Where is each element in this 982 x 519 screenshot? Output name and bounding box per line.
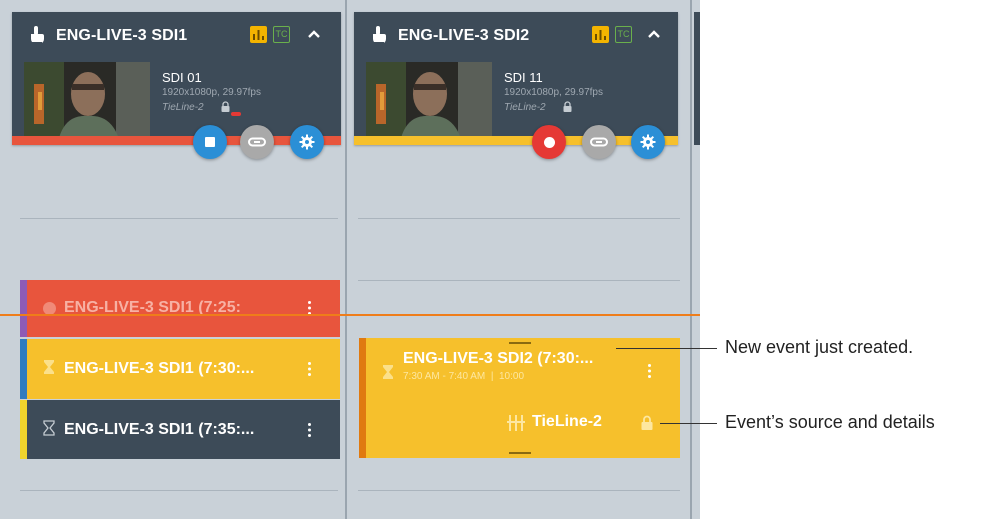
status-bar [354, 136, 678, 145]
hourglass-icon [383, 365, 393, 379]
card-header[interactable]: ENG-LIVE-3 SDI1 TC [12, 12, 341, 58]
card-header[interactable]: ENG-LIVE-3 SDI2 TC [354, 12, 678, 58]
card-title: ENG-LIVE-3 SDI2 [398, 27, 530, 44]
gear-icon [640, 134, 656, 150]
callout-source-details: Event’s source and details [725, 412, 935, 432]
chevron-up-icon[interactable] [308, 29, 320, 39]
column-divider [690, 0, 692, 519]
timeline-gridline [358, 490, 680, 491]
timeline-gridline [358, 280, 680, 281]
more-options-icon[interactable] [648, 364, 651, 378]
more-options-icon[interactable] [308, 301, 311, 315]
source-name: SDI 11 [504, 70, 543, 85]
current-time-line [0, 314, 700, 316]
video-thumbnail [366, 62, 492, 142]
channel-card-sdi2[interactable]: ENG-LIVE-3 SDI2 TC SDI 11 1920x1080p, 29… [354, 12, 678, 145]
more-options-icon[interactable] [308, 362, 311, 376]
event-item[interactable]: ENG-LIVE-3 SDI1 (7:35:... [20, 400, 340, 459]
resize-handle-top[interactable] [509, 342, 531, 344]
chevron-up-icon[interactable] [648, 29, 660, 39]
callout-new-event: New event just created. [725, 337, 914, 357]
hourglass-icon [44, 360, 54, 374]
lock-icon [563, 101, 572, 112]
event-color-strip [359, 338, 366, 458]
timecode-badge[interactable]: TC [273, 26, 290, 43]
channel-card-sdi1[interactable]: ENG-LIVE-3 SDI1 TC SDI 01 1920x1080p, 29… [12, 12, 341, 145]
new-event-item[interactable]: ENG-LIVE-3 SDI2 (7:30:... 7:30 AM - 7:40… [359, 338, 680, 458]
source-format: 1920x1080p, 29.97fps [504, 87, 603, 98]
event-source: TieLine-2 [532, 413, 602, 430]
event-color-strip [20, 400, 27, 459]
audio-meter-icon[interactable] [592, 26, 609, 43]
settings-button[interactable] [290, 125, 324, 159]
event-color-strip [20, 280, 27, 337]
record-icon [543, 136, 555, 148]
touch-hand-icon [31, 26, 44, 44]
timeline-gridline [20, 218, 338, 219]
source-router-icon [507, 415, 525, 431]
stop-button[interactable] [193, 125, 227, 159]
link-icon [590, 137, 608, 147]
record-button[interactable] [532, 125, 566, 159]
audio-meter-icon[interactable] [250, 26, 267, 43]
callout-leader-line [616, 348, 717, 349]
scheduler-view: ENG-LIVE-3 SDI1 TC SDI 01 1920x1080p, 29… [0, 0, 700, 519]
lock-icon [641, 415, 653, 430]
callout-leader-line [660, 423, 717, 424]
event-item[interactable]: ENG-LIVE-3 SDI1 (7:30:... [20, 339, 340, 399]
event-title: ENG-LIVE-3 SDI1 (7:35:... [64, 421, 255, 438]
tieline-label: TieLine-2 [162, 102, 204, 113]
video-thumbnail [24, 62, 150, 142]
timeline-gridline [20, 490, 338, 491]
source-name: SDI 01 [162, 70, 202, 85]
hourglass-outline-icon [43, 420, 55, 436]
gear-icon [299, 134, 315, 150]
source-format: 1920x1080p, 29.97fps [162, 87, 261, 98]
tieline-label: TieLine-2 [504, 102, 546, 113]
event-time: 7:30 AM - 7:40 AM | 10:00 [403, 371, 525, 382]
timecode-badge[interactable]: TC [615, 26, 632, 43]
event-color-strip [20, 339, 27, 399]
stop-icon [205, 137, 215, 147]
more-options-icon[interactable] [308, 423, 311, 437]
column-divider [345, 0, 347, 519]
touch-hand-icon [373, 26, 386, 44]
link-icon [248, 137, 266, 147]
event-title: ENG-LIVE-3 SDI2 (7:30:... [403, 350, 594, 367]
card-edge-partial [694, 12, 700, 145]
lock-icon [221, 101, 230, 112]
recording-indicator [231, 112, 241, 116]
link-button[interactable] [582, 125, 616, 159]
event-title: ENG-LIVE-3 SDI1 (7:30:... [64, 360, 255, 377]
resize-handle-bottom[interactable] [509, 452, 531, 454]
card-title: ENG-LIVE-3 SDI1 [56, 27, 188, 44]
link-button[interactable] [240, 125, 274, 159]
timeline-gridline [358, 218, 680, 219]
event-item[interactable]: ENG-LIVE-3 SDI1 (7:25: [20, 280, 340, 337]
settings-button[interactable] [631, 125, 665, 159]
